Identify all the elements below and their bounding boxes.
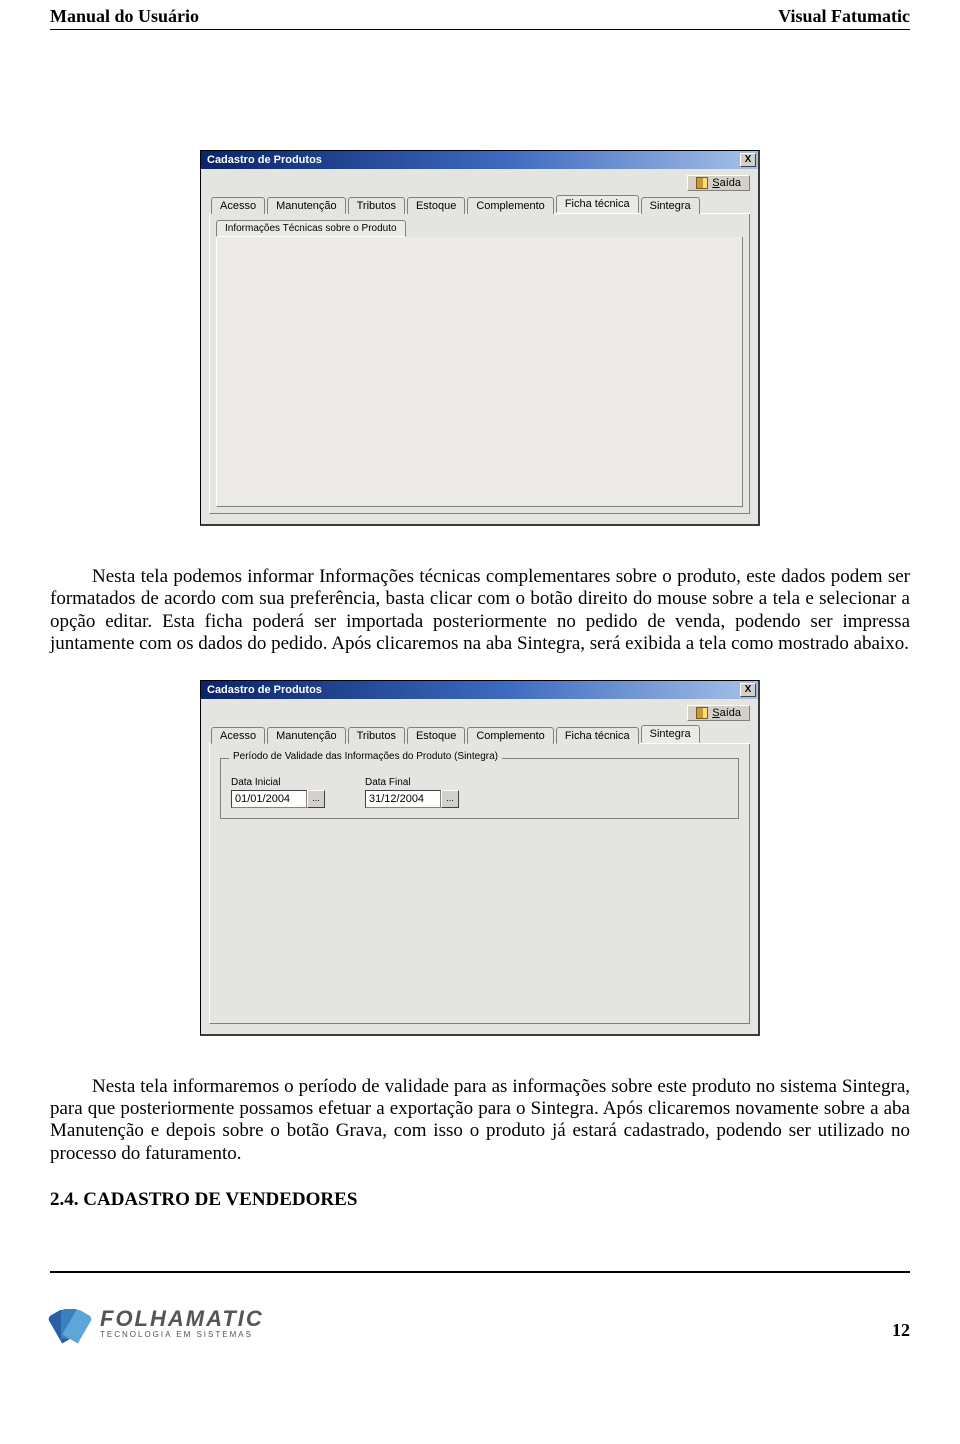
input-data-final[interactable]	[365, 790, 441, 808]
close-button[interactable]: X	[740, 683, 756, 697]
tab-ficha-tecnica[interactable]: Ficha técnica	[556, 727, 639, 744]
subtab-info-tecnicas[interactable]: Informações Técnicas sobre o Produto	[216, 220, 406, 237]
tab-ficha-tecnica[interactable]: Ficha técnica	[556, 195, 639, 213]
subpanel-info-tecnicas	[216, 237, 743, 507]
tabstrip: Acesso Manutenção Tributos Estoque Compl…	[209, 725, 750, 744]
saida-label: Saída	[712, 707, 741, 719]
tab-panel-sintegra: Período de Validade das Informações do P…	[209, 744, 750, 1024]
footer-logo: FOLHAMATIC TECNOLOGIA EM SISTEMAS	[50, 1301, 264, 1343]
tab-manutencao[interactable]: Manutenção	[267, 197, 346, 214]
logo-tagline: TECNOLOGIA EM SISTEMAS	[100, 1330, 264, 1339]
input-data-inicial[interactable]	[231, 790, 307, 808]
field-data-inicial: Data Inicial ...	[231, 777, 325, 808]
label-data-final: Data Final	[365, 777, 459, 788]
saida-button[interactable]: Saída	[687, 705, 750, 721]
dialog-title: Cadastro de Produtos	[207, 684, 322, 696]
tab-acesso[interactable]: Acesso	[211, 727, 265, 744]
saida-button[interactable]: Saída	[687, 175, 750, 191]
field-data-final: Data Final ...	[365, 777, 459, 808]
tabstrip: Acesso Manutenção Tributos Estoque Compl…	[209, 195, 750, 214]
paragraph-1: Nesta tela podemos informar Informações …	[50, 566, 910, 656]
groupbox-periodo-validade: Período de Validade das Informações do P…	[220, 758, 739, 819]
dialog-cadastro-produtos-sintegra: Cadastro de Produtos X Saída Acesso Manu…	[200, 680, 760, 1036]
page-number: 12	[892, 1320, 910, 1341]
date-picker-button-inicial[interactable]: ...	[307, 790, 325, 808]
logo-mark-icon	[50, 1301, 92, 1343]
close-button[interactable]: X	[740, 153, 756, 167]
tab-panel-ficha: Informações Técnicas sobre o Produto	[209, 214, 750, 514]
doc-header-left: Manual do Usuário	[50, 6, 199, 27]
tab-acesso[interactable]: Acesso	[211, 197, 265, 214]
doc-header-right: Visual Fatumatic	[778, 6, 910, 27]
logo-text: FOLHAMATIC	[100, 1306, 264, 1332]
section-heading: 2.4. CADASTRO DE VENDEDORES	[50, 1189, 910, 1211]
tab-complemento[interactable]: Complemento	[467, 727, 553, 744]
tab-complemento[interactable]: Complemento	[467, 197, 553, 214]
tab-manutencao[interactable]: Manutenção	[267, 727, 346, 744]
footer-rule	[50, 1271, 910, 1273]
tab-estoque[interactable]: Estoque	[407, 197, 465, 214]
titlebar: Cadastro de Produtos X	[201, 681, 758, 699]
dialog-cadastro-produtos-ficha: Cadastro de Produtos X Saída Acesso Manu…	[200, 150, 760, 526]
label-data-inicial: Data Inicial	[231, 777, 325, 788]
tab-tributos[interactable]: Tributos	[348, 727, 405, 744]
dialog-title: Cadastro de Produtos	[207, 154, 322, 166]
door-icon	[696, 177, 708, 189]
date-picker-button-final[interactable]: ...	[441, 790, 459, 808]
tab-tributos[interactable]: Tributos	[348, 197, 405, 214]
tab-sintegra[interactable]: Sintegra	[641, 197, 700, 214]
titlebar: Cadastro de Produtos X	[201, 151, 758, 169]
paragraph-2: Nesta tela informaremos o período de val…	[50, 1076, 910, 1166]
groupbox-legend: Período de Validade das Informações do P…	[229, 751, 502, 762]
saida-label: Saída	[712, 177, 741, 189]
tab-sintegra[interactable]: Sintegra	[641, 725, 700, 743]
door-icon	[696, 707, 708, 719]
tab-estoque[interactable]: Estoque	[407, 727, 465, 744]
